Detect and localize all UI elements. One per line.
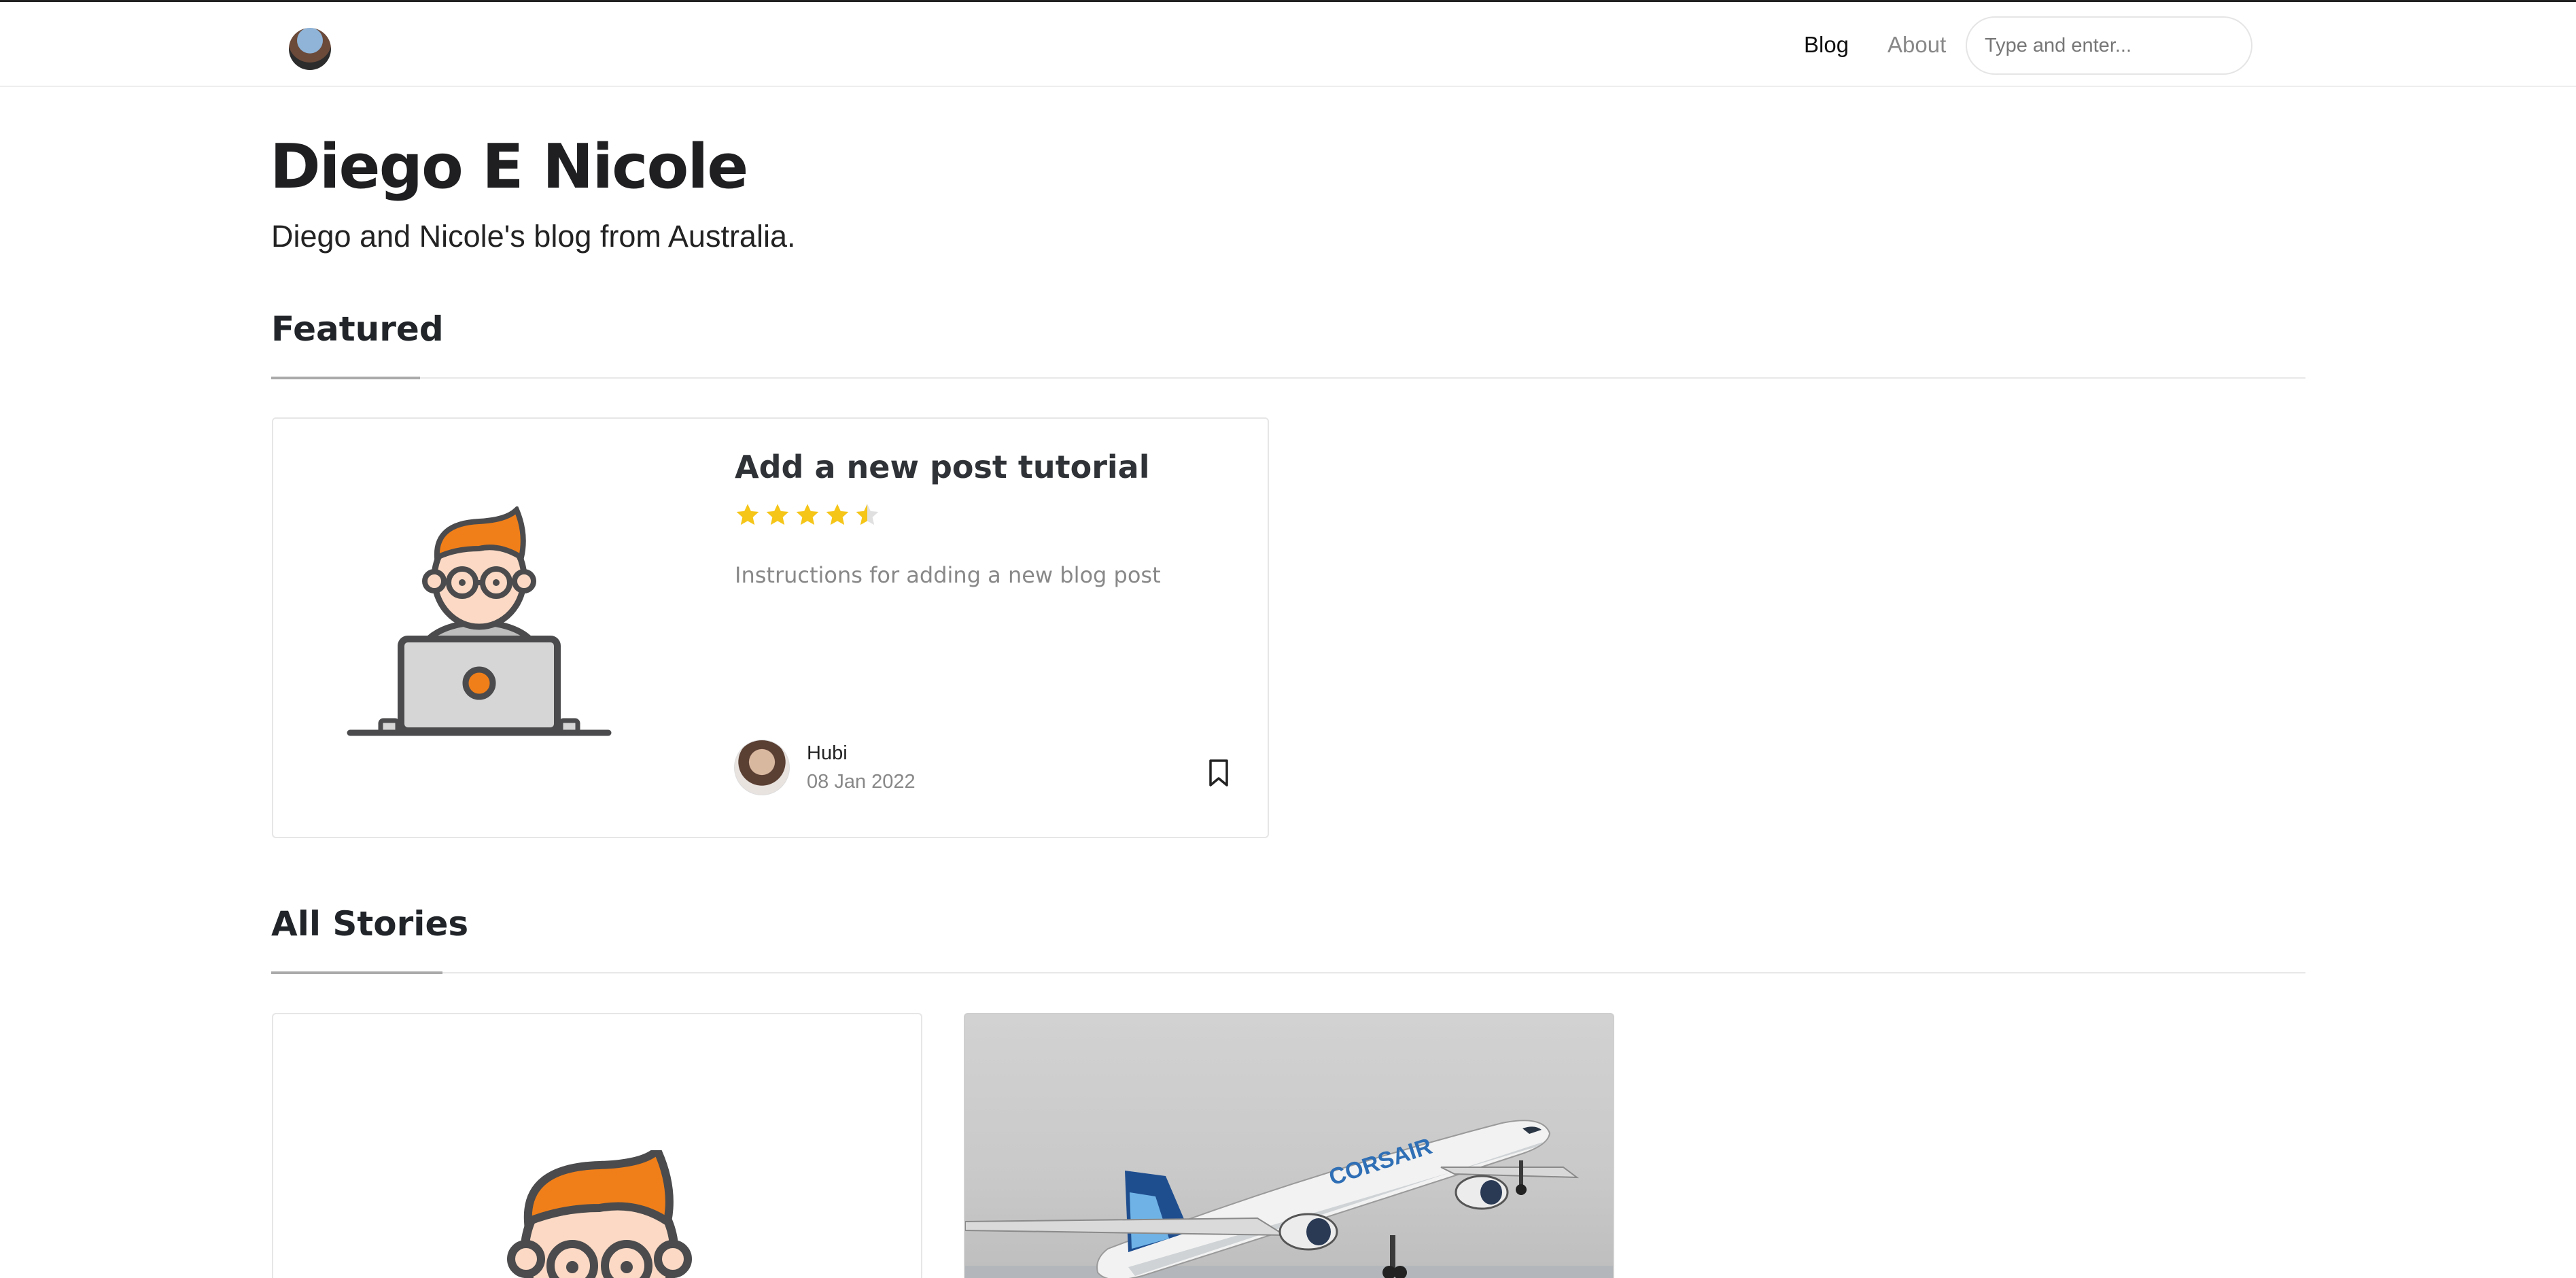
search-input[interactable] xyxy=(1966,16,2252,75)
featured-heading: Featured xyxy=(271,309,444,349)
site-title: Diego E Nicole xyxy=(270,131,748,203)
site-description: Diego and Nicole's blog from Australia. xyxy=(271,219,796,254)
featured-divider xyxy=(271,377,2305,379)
all-stories-heading-underline xyxy=(271,971,442,974)
developer-laptop-illustration[interactable] xyxy=(343,506,615,738)
developer-laptop-illustration xyxy=(507,1150,692,1278)
all-stories-divider xyxy=(271,972,2305,973)
story-card[interactable]: CORSAIR xyxy=(964,1013,1614,1278)
star-icon xyxy=(796,504,819,525)
rating-stars xyxy=(734,502,881,529)
featured-post-title[interactable]: Add a new post tutorial xyxy=(735,449,1150,485)
featured-heading-underline xyxy=(271,377,420,379)
star-icon xyxy=(736,504,759,525)
bookmark-icon[interactable] xyxy=(1208,759,1230,787)
navbar: Blog About xyxy=(0,2,2576,87)
all-stories-heading: All Stories xyxy=(271,904,469,944)
author-avatar[interactable] xyxy=(734,740,790,795)
post-date: 08 Jan 2022 xyxy=(807,771,916,793)
airplane-photo: CORSAIR xyxy=(965,1120,1613,1278)
author-name[interactable]: Hubi xyxy=(807,742,848,765)
story-card[interactable] xyxy=(272,1013,922,1278)
nav-link-about[interactable]: About xyxy=(1887,32,1946,58)
star-icon xyxy=(826,504,849,525)
nav-link-blog[interactable]: Blog xyxy=(1804,32,1849,58)
featured-post-excerpt: Instructions for adding a new blog post xyxy=(735,562,1161,588)
star-icon xyxy=(766,504,789,525)
site-logo-avatar[interactable] xyxy=(289,28,331,70)
star-half-icon xyxy=(856,504,879,525)
